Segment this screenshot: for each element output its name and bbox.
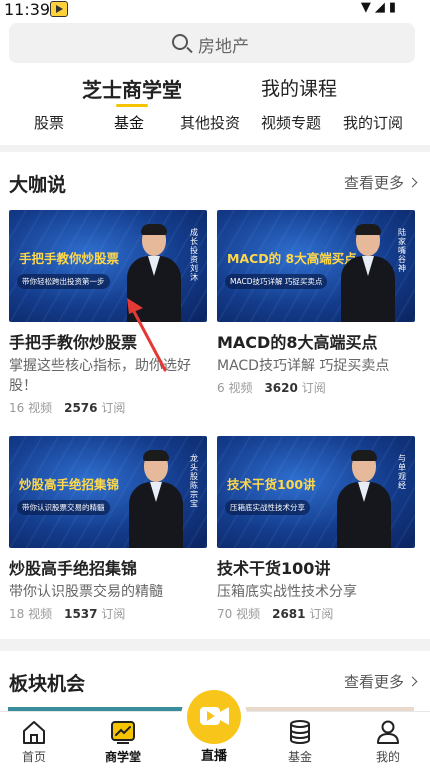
course-card[interactable]: 技术干货100讲 压箱底实战性技术分享 与单观经 技术干货100讲 压箱底实战性…	[217, 436, 415, 622]
nav-label: 基金	[287, 750, 312, 764]
user-icon	[374, 718, 402, 746]
thumbnail-title: 手把手教你炒股票	[19, 251, 120, 266]
subscription-label: 订阅	[101, 607, 126, 621]
nav-live-label[interactable]: 直播	[181, 745, 247, 764]
thumbnail-title: 技术干货100讲	[227, 477, 316, 492]
chevron-right-icon	[407, 177, 418, 188]
status-time: 11:39	[4, 0, 51, 19]
course-thumbnail[interactable]: 手把手教你炒股票 带你轻松跨出投资第一步 成长投资刘沐	[9, 210, 207, 322]
thumbnail-presenter-name: 陆家嘴谷神	[398, 228, 406, 273]
bottom-navigation: 首页 商学堂 直播 基金 我的	[0, 684, 430, 775]
thumbnail-subtitle: 带你认识股票交易的精髓	[17, 500, 110, 515]
app-notification-icon	[50, 1, 68, 17]
section-title: 大咖说	[9, 174, 67, 196]
subscription-label: 订阅	[101, 401, 126, 415]
course-thumbnail[interactable]: MACD的 8大高端买点 MACD技巧详解 巧捉买卖点 陆家嘴谷神	[217, 210, 415, 322]
search-placeholder: 房地产	[198, 37, 249, 57]
status-icons: ▼◢▮	[360, 0, 400, 15]
thumbnail-presenter-name: 与单观经	[398, 454, 406, 490]
course-meta: 18 视频 1537 订阅	[9, 605, 207, 622]
presenter-image	[341, 224, 395, 322]
course-description: 压箱底实战性技术分享	[217, 584, 357, 600]
thumbnail-subtitle: MACD技巧详解 巧捉买卖点	[225, 274, 328, 289]
nav-funds[interactable]: 基金	[270, 718, 330, 765]
chart-board-icon	[109, 718, 137, 746]
nav-profile[interactable]: 我的	[358, 718, 418, 765]
nav-label: 我的	[375, 750, 400, 764]
tab-my-subscriptions[interactable]: 我的订阅	[343, 112, 403, 133]
thumbnail-title: 炒股高手绝招集锦	[19, 477, 120, 492]
thumbnail-subtitle: 压箱底实战性技术分享	[225, 500, 310, 515]
see-more-label: 查看更多	[343, 174, 404, 192]
course-description: 带你认识股票交易的精髓	[9, 584, 163, 600]
course-thumbnail[interactable]: 炒股高手绝招集锦 带你认识股票交易的精髓 龙头股陈宗宝	[9, 436, 207, 548]
thumbnail-presenter-name: 龙头股陈宗宝	[190, 454, 198, 508]
course-meta: 70 视频 2681 订阅	[217, 605, 415, 622]
course-description: MACD技巧详解 巧捉买卖点	[217, 358, 390, 374]
nav-business-school[interactable]: 商学堂	[93, 718, 153, 765]
course-meta: 16 视频 2576 订阅	[9, 399, 207, 416]
see-more-label: 查看更多	[343, 673, 404, 691]
course-thumbnail[interactable]: 技术干货100讲 压箱底实战性技术分享 与单观经	[217, 436, 415, 548]
top-tabs: 芝士商学堂 我的课程	[0, 72, 430, 108]
see-more-link[interactable]: 查看更多	[343, 172, 418, 193]
course-title[interactable]: 炒股高手绝招集锦	[9, 558, 207, 580]
presenter-image	[129, 450, 183, 548]
presenter-image	[127, 224, 181, 322]
see-more-link[interactable]: 查看更多	[343, 671, 418, 692]
thumbnail-subtitle: 带你轻松跨出投资第一步	[17, 274, 110, 289]
search-bar[interactable]: 房地产	[9, 23, 415, 63]
subscription-label: 订阅	[301, 381, 326, 395]
subscription-count: 1537	[64, 607, 98, 621]
header: 房地产 芝士商学堂 我的课程 股票 基金 其他投资 视频专题 我的订阅	[0, 20, 430, 145]
status-bar: 11:39 ▼◢▮	[0, 0, 430, 20]
tab-other-investments[interactable]: 其他投资	[180, 112, 240, 133]
section-title: 板块机会	[9, 673, 86, 695]
subscription-label: 订阅	[309, 607, 334, 621]
tab-business-school[interactable]: 芝士商学堂	[82, 74, 182, 103]
database-coins-icon	[286, 718, 314, 746]
subscription-count: 2576	[64, 401, 98, 415]
category-tabs: 股票 基金 其他投资 视频专题 我的订阅	[0, 112, 430, 136]
course-title[interactable]: 技术干货100讲	[217, 558, 415, 580]
video-camera-icon	[200, 707, 229, 725]
tab-stocks[interactable]: 股票	[34, 112, 64, 133]
search-icon	[172, 34, 188, 50]
live-button[interactable]	[187, 690, 241, 744]
tab-my-courses[interactable]: 我的课程	[261, 74, 337, 101]
active-tab-indicator	[116, 104, 148, 107]
presenter-image	[337, 450, 391, 548]
home-icon	[20, 718, 48, 746]
course-meta: 6 视频 3620 订阅	[217, 379, 415, 396]
course-card[interactable]: 手把手教你炒股票 带你轻松跨出投资第一步 成长投资刘沐 手把手教你炒股票 掌握这…	[9, 210, 207, 416]
video-count: 18 视频	[9, 607, 53, 621]
tab-funds[interactable]: 基金	[114, 112, 144, 133]
nav-label: 商学堂	[104, 750, 141, 764]
nav-home[interactable]: 首页	[4, 718, 64, 765]
video-count: 16 视频	[9, 401, 53, 415]
course-title[interactable]: 手把手教你炒股票	[9, 332, 207, 354]
course-card[interactable]: MACD的 8大高端买点 MACD技巧详解 巧捉买卖点 陆家嘴谷神 MACD的8…	[217, 210, 415, 396]
course-title[interactable]: MACD的8大高端买点	[217, 332, 415, 354]
chevron-right-icon	[407, 676, 418, 687]
course-description: 掌握这些核心指标，助你选好股！	[9, 358, 191, 394]
subscription-count: 3620	[264, 381, 298, 395]
thumbnail-title: MACD的 8大高端买点	[227, 251, 357, 266]
thumbnail-presenter-name: 成长投资刘沐	[190, 228, 198, 282]
video-count: 6 视频	[217, 381, 253, 395]
video-count: 70 视频	[217, 607, 261, 621]
subscription-count: 2681	[272, 607, 306, 621]
course-card[interactable]: 炒股高手绝招集锦 带你认识股票交易的精髓 龙头股陈宗宝 炒股高手绝招集锦 带你认…	[9, 436, 207, 622]
nav-label: 首页	[21, 750, 46, 764]
tab-video-topics[interactable]: 视频专题	[261, 112, 321, 133]
section-experts: 大咖说 查看更多 手把手教你炒股票 带你轻松跨出投资第一步 成长投资刘沐 手把手…	[0, 152, 430, 639]
